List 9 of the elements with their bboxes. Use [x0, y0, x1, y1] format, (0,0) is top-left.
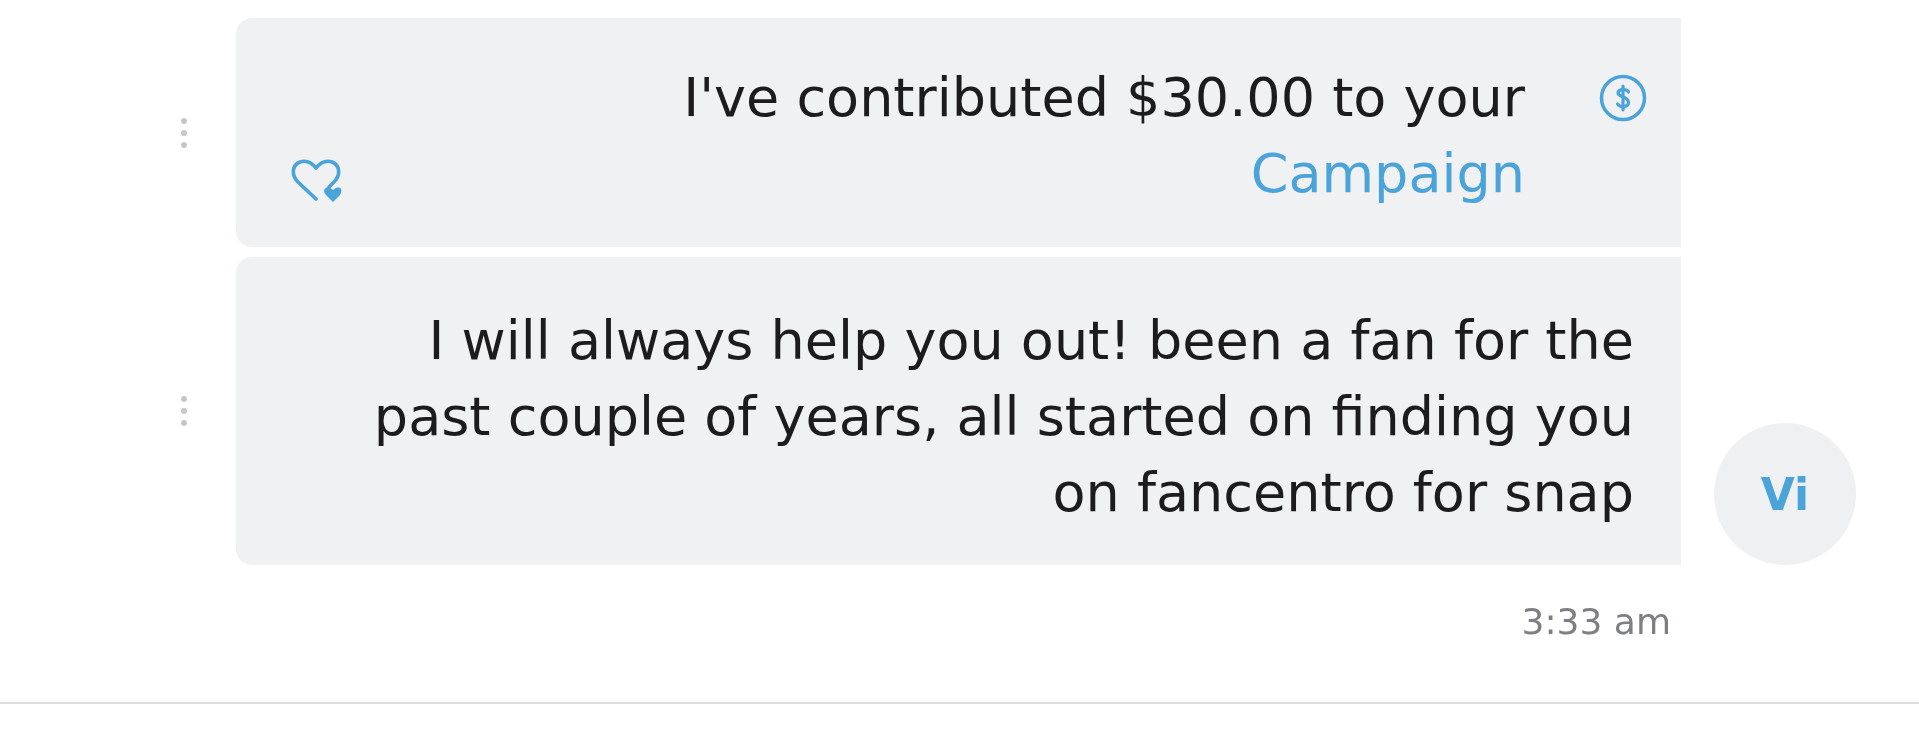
heart-icon[interactable] [290, 158, 342, 204]
contribution-text: I've contributed $30.00 to your [683, 65, 1525, 131]
more-options-icon[interactable] [181, 396, 187, 426]
message-timestamp: 3:33 am [1521, 600, 1671, 643]
more-options-icon[interactable] [181, 117, 187, 148]
campaign-link[interactable]: Campaign [1250, 136, 1525, 212]
dollar-coin-icon [1599, 74, 1647, 122]
avatar[interactable]: Vi [1714, 423, 1856, 565]
message-text: I will always help you out! been a fan for the past couple of years, all started on finding you on fancentro for snap [372, 308, 1634, 526]
